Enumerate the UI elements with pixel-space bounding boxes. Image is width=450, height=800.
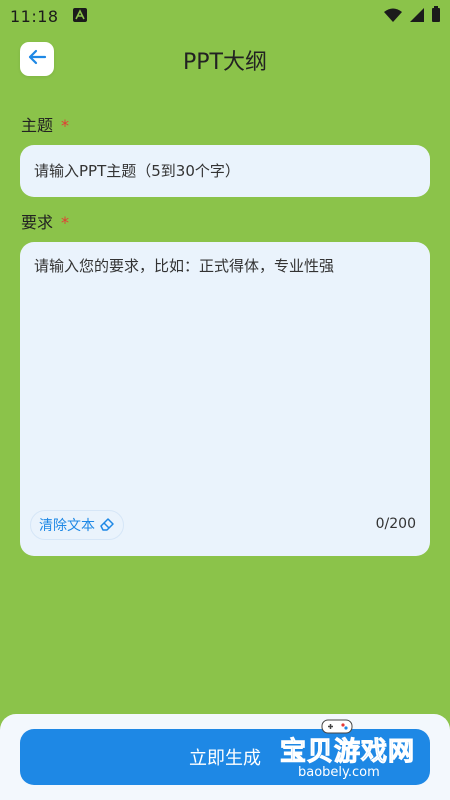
watermark-url: baobely.com bbox=[298, 765, 380, 780]
watermark-text: 宝贝游戏网 bbox=[279, 737, 416, 768]
topic-label-text: 主题 bbox=[21, 116, 54, 135]
battery-icon bbox=[432, 6, 440, 26]
requirements-textarea[interactable] bbox=[32, 254, 422, 498]
header: PPT大纲 bbox=[0, 40, 450, 82]
required-mark: * bbox=[61, 213, 70, 232]
topic-label: 主题 * bbox=[21, 112, 69, 136]
requirements-label-text: 要求 bbox=[21, 213, 54, 232]
required-mark: * bbox=[61, 116, 70, 135]
android-notification-icon bbox=[72, 7, 87, 26]
requirements-label: 要求 * bbox=[21, 209, 69, 233]
clear-text-button[interactable]: 清除文本 bbox=[30, 510, 124, 540]
topic-input[interactable] bbox=[32, 161, 418, 181]
topic-field[interactable] bbox=[20, 145, 430, 197]
status-left: 11:18 bbox=[10, 7, 87, 26]
char-counter: 0/200 bbox=[375, 516, 416, 532]
requirements-field: 清除文本 0/200 bbox=[20, 242, 430, 556]
watermark: 宝贝游戏网 baobely.com bbox=[272, 717, 442, 783]
status-time: 11:18 bbox=[10, 6, 59, 26]
signal-icon bbox=[410, 7, 424, 26]
wifi-icon bbox=[384, 7, 402, 26]
status-bar: 11:18 bbox=[0, 0, 450, 32]
clear-text-label: 清除文本 bbox=[39, 518, 95, 534]
eraser-icon bbox=[99, 515, 115, 535]
page-title: PPT大纲 bbox=[183, 50, 267, 75]
status-right bbox=[384, 6, 440, 26]
